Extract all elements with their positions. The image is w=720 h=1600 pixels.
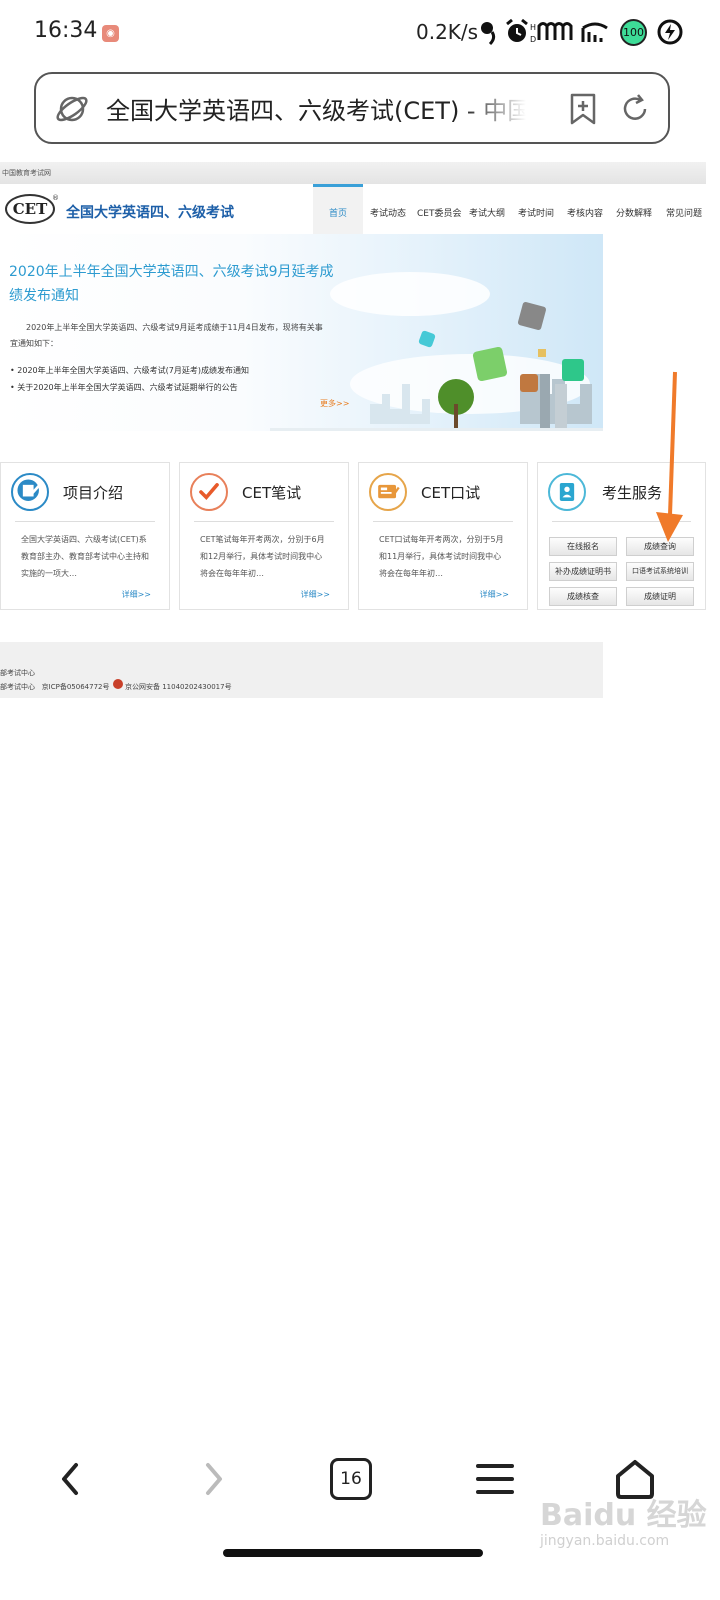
nav-item-committee[interactable]: CET委员会 (417, 206, 461, 219)
card-oral-test[interactable]: CET口试 CET口试每年开考两次，分别于5月和11月举行，具体考试时间我中心将… (358, 462, 528, 610)
battery-icon: 100 (620, 19, 647, 46)
document-icon (11, 473, 49, 511)
footer-security[interactable]: 京公网安备 11040202430017号 (125, 682, 232, 692)
site-name[interactable]: 全国大学英语四、六级考试 (66, 202, 234, 222)
card-project-intro[interactable]: 项目介绍 全国大学英语四、六级考试(CET)系教育部主办、教育部考试中心主持和实… (0, 462, 170, 610)
footer-icp[interactable]: 部考试中心 京ICP备05064772号 (0, 682, 109, 692)
top-strip-text: 中国教育考试网 (2, 169, 51, 177)
footer-org: 部考试中心 (0, 669, 35, 677)
add-bookmark-icon[interactable] (566, 92, 600, 126)
score-review-button[interactable]: 成绩核查 (549, 587, 617, 606)
score-certificate-button[interactable]: 成绩证明 (626, 587, 694, 606)
more-link[interactable]: 更多>> (320, 398, 349, 409)
banner-title[interactable]: 2020年上半年全国大学英语四、六级考试9月延考成绩发布通知 (9, 260, 339, 308)
banner-news-list: • 2020年上半年全国大学英语四、六级考试(7月延考)成绩发布通知 • 关于2… (10, 362, 249, 396)
reload-icon[interactable] (618, 92, 652, 126)
news-link[interactable]: • 2020年上半年全国大学英语四、六级考试(7月延考)成绩发布通知 (10, 362, 249, 379)
url-title[interactable]: 全国大学英语四、六级考试(CET) - 中国教育考试网 (106, 91, 526, 126)
watermark-url: jingyan.baidu.com (540, 1533, 670, 1549)
banner-paragraph: 2020年上半年全国大学英语四、六级考试9月延考成绩于11月4日发布，现将有关事… (10, 323, 323, 348)
divider (194, 521, 334, 522)
svg-text:H: H (530, 23, 536, 32)
wifi-icon (581, 22, 608, 42)
network-speed: 0.2K/s (416, 20, 479, 44)
top-strip: 中国教育考试网 (0, 162, 706, 184)
status-bar: 16:34 ◉ 0.2K/s H D 100 (0, 0, 720, 66)
site-header: CET ® 全国大学英语四、六级考试 首页 考试动态 CET委员会 考试大纲 考… (0, 184, 706, 234)
details-link[interactable]: 详细>> (122, 589, 151, 600)
charging-icon (657, 19, 683, 45)
nav-item-content[interactable]: 考核内容 (567, 206, 603, 219)
baidu-watermark: Baidu 经验 (540, 1498, 707, 1533)
alarm-icon (506, 18, 528, 42)
address-bar[interactable]: 全国大学英语四、六级考试(CET) - 中国教育考试网 (34, 72, 670, 144)
card-body: CET口试每年开考两次，分别于5月和11月举行，具体考试时间我中心将会在每年年初… (379, 535, 504, 578)
card-title: CET口试 (421, 484, 481, 502)
nav-item-scores[interactable]: 分数解释 (616, 206, 652, 219)
nav-item-home[interactable]: 首页 (313, 184, 363, 234)
menu-icon[interactable] (472, 1456, 518, 1502)
card-body: 全国大学英语四、六级考试(CET)系教育部主办、教育部考试中心主持和实施的一项大… (21, 535, 149, 578)
tabs-icon[interactable]: 16 (330, 1458, 372, 1500)
police-badge-icon (113, 679, 123, 689)
nav-item-news[interactable]: 考试动态 (370, 206, 406, 219)
cet-logo[interactable]: CET (5, 194, 55, 224)
details-link[interactable]: 详细>> (301, 589, 330, 600)
card-body: CET笔试每年开考两次，分别于6月和12月举行，具体考试时间我中心将会在每年年初… (200, 535, 325, 578)
reissue-certificate-button[interactable]: 补办成绩证明书 (549, 562, 617, 581)
nav-item-schedule[interactable]: 考试时间 (518, 206, 554, 219)
back-icon[interactable] (48, 1456, 94, 1502)
gesture-home-bar[interactable] (223, 1549, 483, 1557)
svg-text:D: D (530, 35, 536, 44)
nav-item-syllabus[interactable]: 考试大纲 (469, 206, 505, 219)
card-title: 项目介绍 (63, 484, 124, 502)
site-footer: 部考试中心 部考试中心 京ICP备05064772号 京公网安备 1104020… (0, 642, 603, 698)
web-page: 中国教育考试网 CET ® 全国大学英语四、六级考试 首页 考试动态 CET委员… (0, 162, 706, 702)
card-written-test[interactable]: CET笔试 CET笔试每年开考两次，分别于6月和12月举行，具体考试时间我中心将… (179, 462, 349, 610)
annotation-arrow (656, 371, 683, 542)
nav-item-label: 首页 (329, 209, 348, 219)
card-title: CET笔试 (242, 484, 302, 502)
details-link[interactable]: 详细>> (480, 589, 509, 600)
hd-signal-icon: H D (530, 22, 573, 44)
app-badge-icon: ◉ (102, 25, 119, 42)
divider (15, 521, 155, 522)
globe-icon (56, 96, 88, 122)
news-banner: 2020年上半年全国大学英语四、六级考试9月延考成绩发布通知 2020年上半年全… (0, 234, 603, 431)
oral-training-button[interactable]: 口语考试系统培训 (626, 562, 694, 581)
online-registration-button[interactable]: 在线报名 (549, 537, 617, 556)
nav-item-faq[interactable]: 常见问题 (666, 206, 702, 219)
divider (373, 521, 513, 522)
news-link[interactable]: • 关于2020年上半年全国大学英语四、六级考试延期举行的公告 (10, 379, 249, 396)
headset-icon (481, 22, 496, 46)
checkmark-icon (190, 473, 228, 511)
id-card-icon (369, 473, 407, 511)
status-time: 16:34 (34, 18, 98, 43)
contacts-book-icon (548, 473, 586, 511)
registered-mark: ® (52, 194, 59, 202)
forward-icon[interactable] (190, 1456, 236, 1502)
